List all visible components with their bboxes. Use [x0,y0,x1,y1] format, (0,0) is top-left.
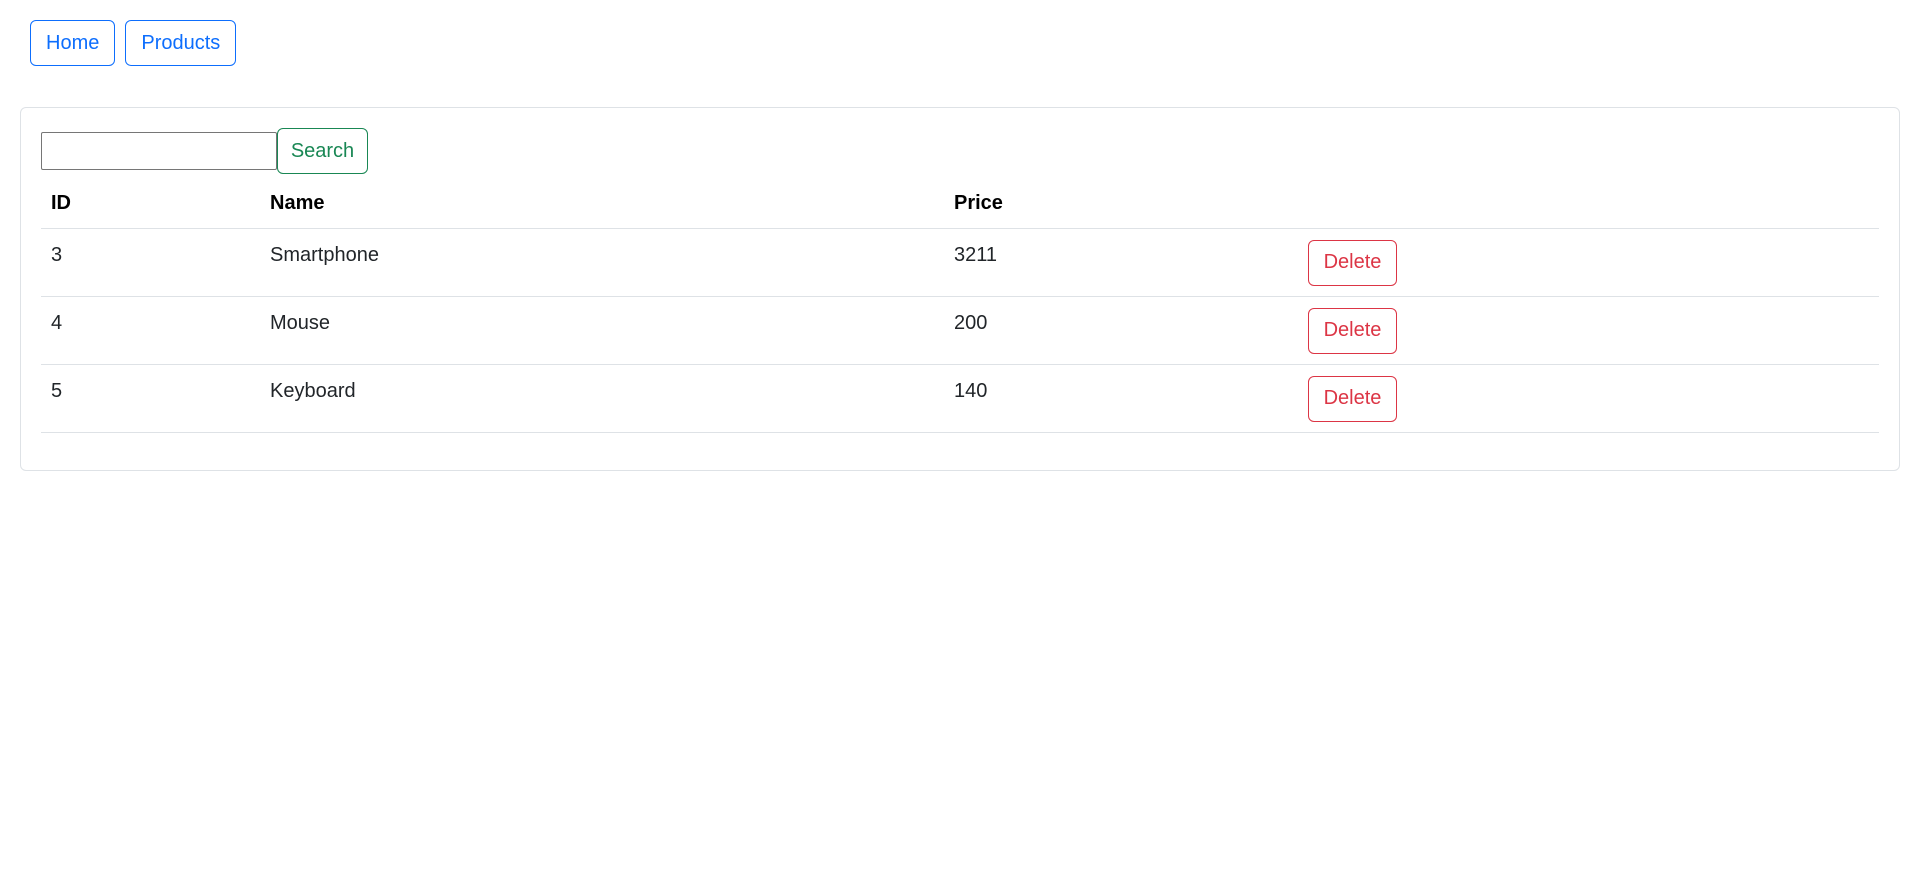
cell-price: 200 [944,296,1298,365]
table-row: 5 Keyboard 140 Delete [41,364,1879,433]
cell-price: 140 [944,364,1298,433]
price-text: 140 [954,380,988,402]
column-header-id: ID [41,178,260,229]
delete-button[interactable]: Delete [1308,307,1397,354]
id-text: 3 [51,244,63,266]
home-button[interactable]: Home [30,20,116,66]
cell-name: Keyboard [260,364,944,433]
products-card: Search ID Name Price 3 Smartphone 3211 D… [20,107,1900,471]
name-text: Mouse [270,312,331,334]
top-nav: Home Products [30,20,237,66]
table-row: 4 Mouse 200 Delete [41,296,1879,365]
column-header-name: Name [260,178,944,229]
cell-action: Delete [1298,296,1879,365]
search-input[interactable] [41,132,277,170]
column-header-action [1298,178,1879,229]
cell-id: 4 [41,296,260,365]
delete-button[interactable]: Delete [1308,375,1397,422]
name-text: Keyboard [270,380,356,402]
cell-name: Smartphone [260,228,944,297]
id-text: 5 [51,380,63,402]
search-bar: Search [41,128,368,174]
id-text: 4 [51,312,63,334]
cell-id: 3 [41,228,260,297]
price-text: 200 [954,312,988,334]
cell-action: Delete [1298,228,1879,297]
price-text: 3211 [954,244,998,266]
delete-button[interactable]: Delete [1308,239,1397,286]
cell-price: 3211 [944,228,1298,297]
products-table: ID Name Price 3 Smartphone 3211 Delete 4… [41,178,1879,433]
table-row: 3 Smartphone 3211 Delete [41,228,1879,297]
table-header-row: ID Name Price [41,178,1879,229]
cell-name: Mouse [260,296,944,365]
column-header-price: Price [944,178,1298,229]
search-button[interactable]: Search [277,128,368,174]
products-button[interactable]: Products [125,20,237,66]
cell-id: 5 [41,364,260,433]
name-text: Smartphone [270,244,379,266]
cell-action: Delete [1298,364,1879,433]
